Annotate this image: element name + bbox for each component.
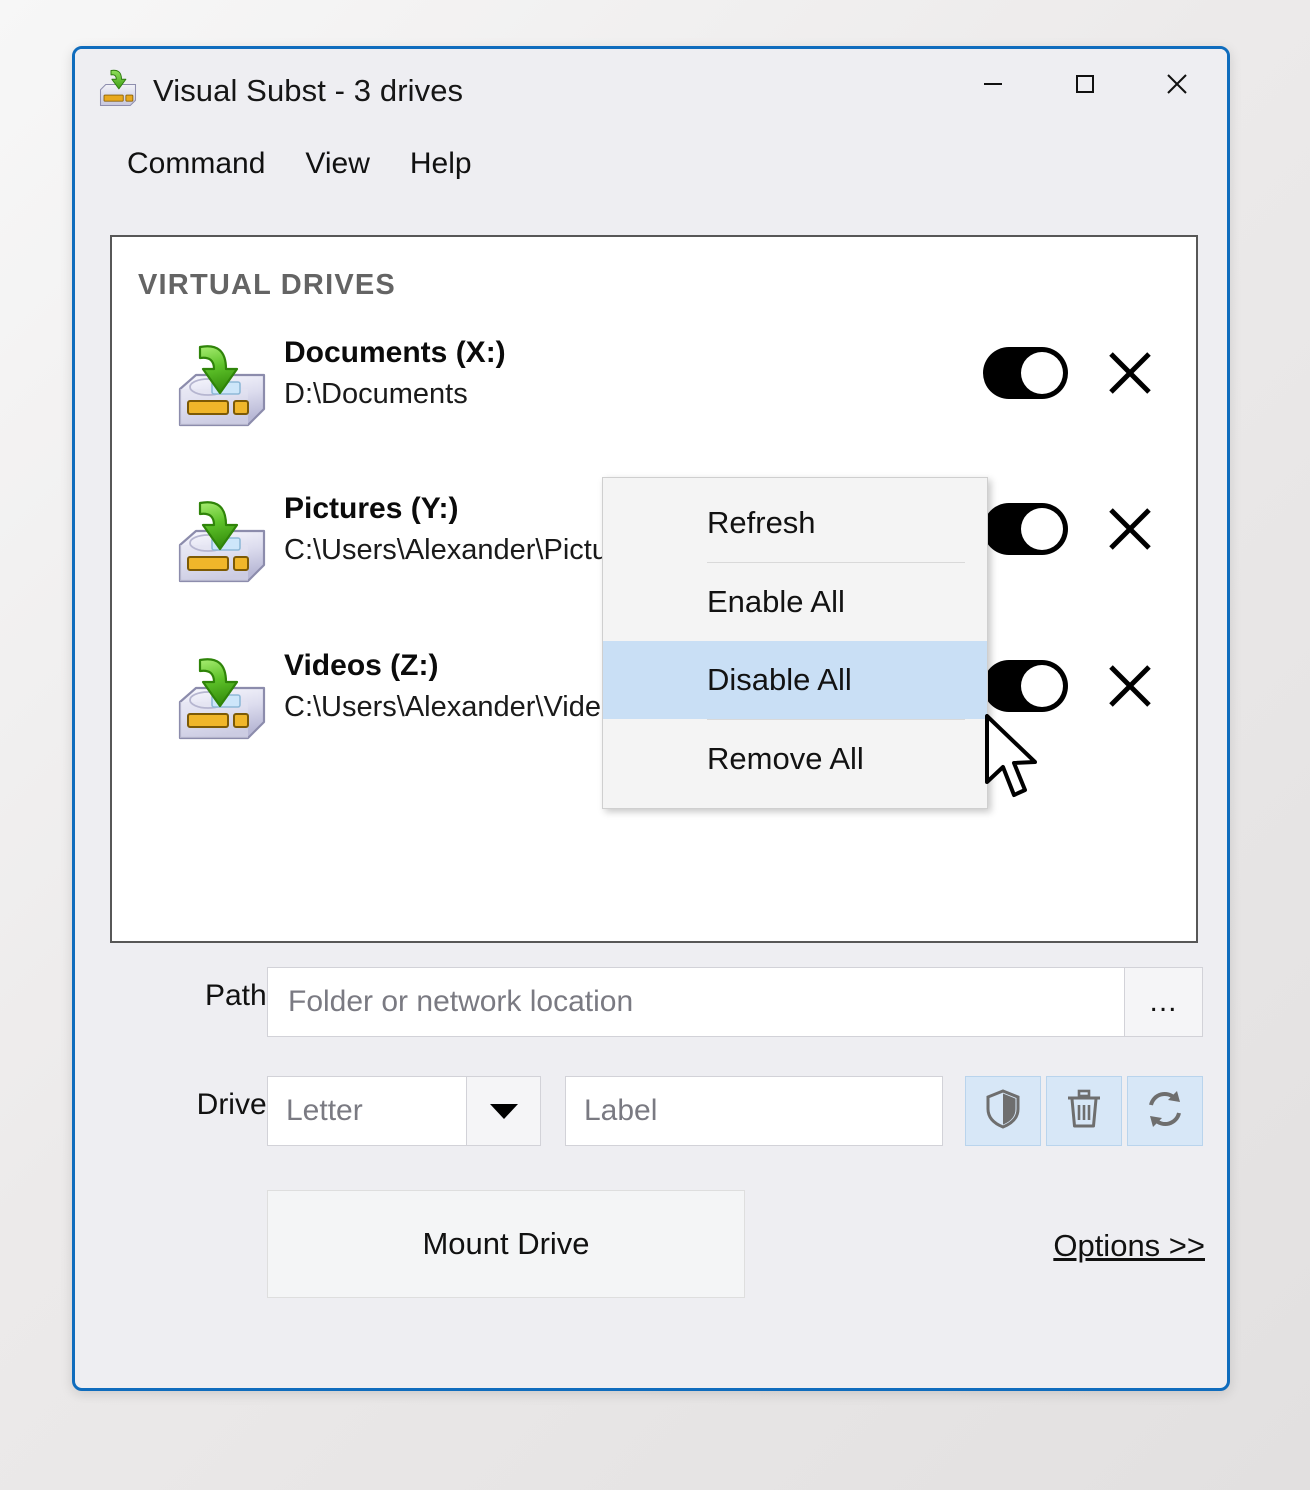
virtual-drive-icon bbox=[174, 335, 270, 431]
refresh-button[interactable] bbox=[1127, 1076, 1203, 1146]
context-menu-item-remove-all[interactable]: Remove All bbox=[603, 720, 987, 798]
trash-icon bbox=[1064, 1088, 1104, 1135]
mount-form: Path: Folder or network location ... Dri… bbox=[75, 967, 1227, 1300]
drive-enable-toggle[interactable] bbox=[983, 503, 1068, 555]
context-menu-item-disable-all[interactable]: Disable All bbox=[603, 641, 987, 719]
context-menu-item-enable-all[interactable]: Enable All bbox=[603, 563, 987, 641]
security-button[interactable] bbox=[965, 1076, 1041, 1146]
mount-row: Mount Drive Options >> bbox=[75, 1190, 1227, 1300]
window-title: Visual Subst - 3 drives bbox=[153, 72, 464, 108]
menu-item-help[interactable]: Help bbox=[390, 143, 492, 185]
drive-name: Documents (X:) bbox=[284, 336, 506, 369]
remove-drive-icon[interactable] bbox=[1102, 501, 1158, 557]
drive-list-item[interactable]: Documents (X:) D:\Documents bbox=[112, 327, 1196, 451]
virtual-drive-icon bbox=[174, 491, 270, 587]
virtual-drives-panel: VIRTUAL DRIVES Documents (X:) D:\Documen… bbox=[110, 235, 1198, 943]
menu-item-command[interactable]: Command bbox=[107, 143, 285, 185]
drive-enable-toggle[interactable] bbox=[983, 660, 1068, 712]
title-bar: Visual Subst - 3 drives bbox=[75, 49, 1227, 131]
drive-info: Documents (X:) D:\Documents bbox=[284, 333, 506, 414]
section-title: VIRTUAL DRIVES bbox=[138, 269, 396, 301]
context-menu-item-refresh[interactable]: Refresh bbox=[603, 484, 987, 562]
path-input[interactable]: Folder or network location bbox=[267, 967, 1125, 1037]
browse-button[interactable]: ... bbox=[1125, 967, 1203, 1037]
toggle-knob bbox=[1021, 352, 1063, 394]
toggle-knob bbox=[1021, 665, 1063, 707]
app-window: Visual Subst - 3 drives Command View Hel… bbox=[72, 46, 1230, 1391]
path-row: Path: Folder or network location ... bbox=[75, 967, 1227, 1037]
drive-enable-toggle[interactable] bbox=[983, 347, 1068, 399]
remove-drive-icon[interactable] bbox=[1102, 345, 1158, 401]
title-bar-left: Visual Subst - 3 drives bbox=[97, 67, 463, 114]
drive-name: Videos (Z:) bbox=[284, 649, 439, 682]
close-button[interactable] bbox=[1131, 49, 1223, 119]
refresh-icon bbox=[1144, 1088, 1186, 1135]
delete-button[interactable] bbox=[1046, 1076, 1122, 1146]
minimize-button[interactable] bbox=[947, 49, 1039, 119]
drive-letter-select[interactable]: Letter bbox=[267, 1076, 467, 1146]
drive-info: Videos (Z:) C:\Users\Alexander\Videos bbox=[284, 646, 632, 727]
path-label: Path: bbox=[204, 979, 275, 1012]
mount-drive-button[interactable]: Mount Drive bbox=[267, 1190, 745, 1298]
shield-icon bbox=[983, 1088, 1023, 1135]
remove-drive-icon[interactable] bbox=[1102, 658, 1158, 714]
drive-label: Drive: bbox=[196, 1088, 275, 1121]
drive-row: Drive: Letter Label bbox=[75, 1076, 1227, 1146]
virtual-drive-icon bbox=[174, 648, 270, 744]
drive-info: Pictures (Y:) C:\Users\Alexander\Picture… bbox=[284, 489, 648, 570]
drive-path: C:\Users\Alexander\Videos bbox=[284, 690, 632, 723]
drive-path: D:\Documents bbox=[284, 377, 468, 410]
drive-name: Pictures (Y:) bbox=[284, 492, 459, 525]
window-controls bbox=[947, 49, 1223, 121]
menu-item-view[interactable]: View bbox=[285, 143, 389, 185]
drive-path: C:\Users\Alexander\Pictures bbox=[284, 533, 649, 566]
drive-label-input[interactable]: Label bbox=[565, 1076, 943, 1146]
menu-bar: Command View Help bbox=[75, 131, 1227, 197]
context-menu: Refresh Enable All Disable All Remove Al… bbox=[602, 477, 988, 809]
toggle-knob bbox=[1021, 508, 1063, 550]
virtual-drive-icon bbox=[97, 67, 139, 114]
maximize-button[interactable] bbox=[1039, 49, 1131, 119]
options-link[interactable]: Options >> bbox=[1053, 1228, 1205, 1264]
chevron-down-icon[interactable] bbox=[467, 1076, 541, 1146]
